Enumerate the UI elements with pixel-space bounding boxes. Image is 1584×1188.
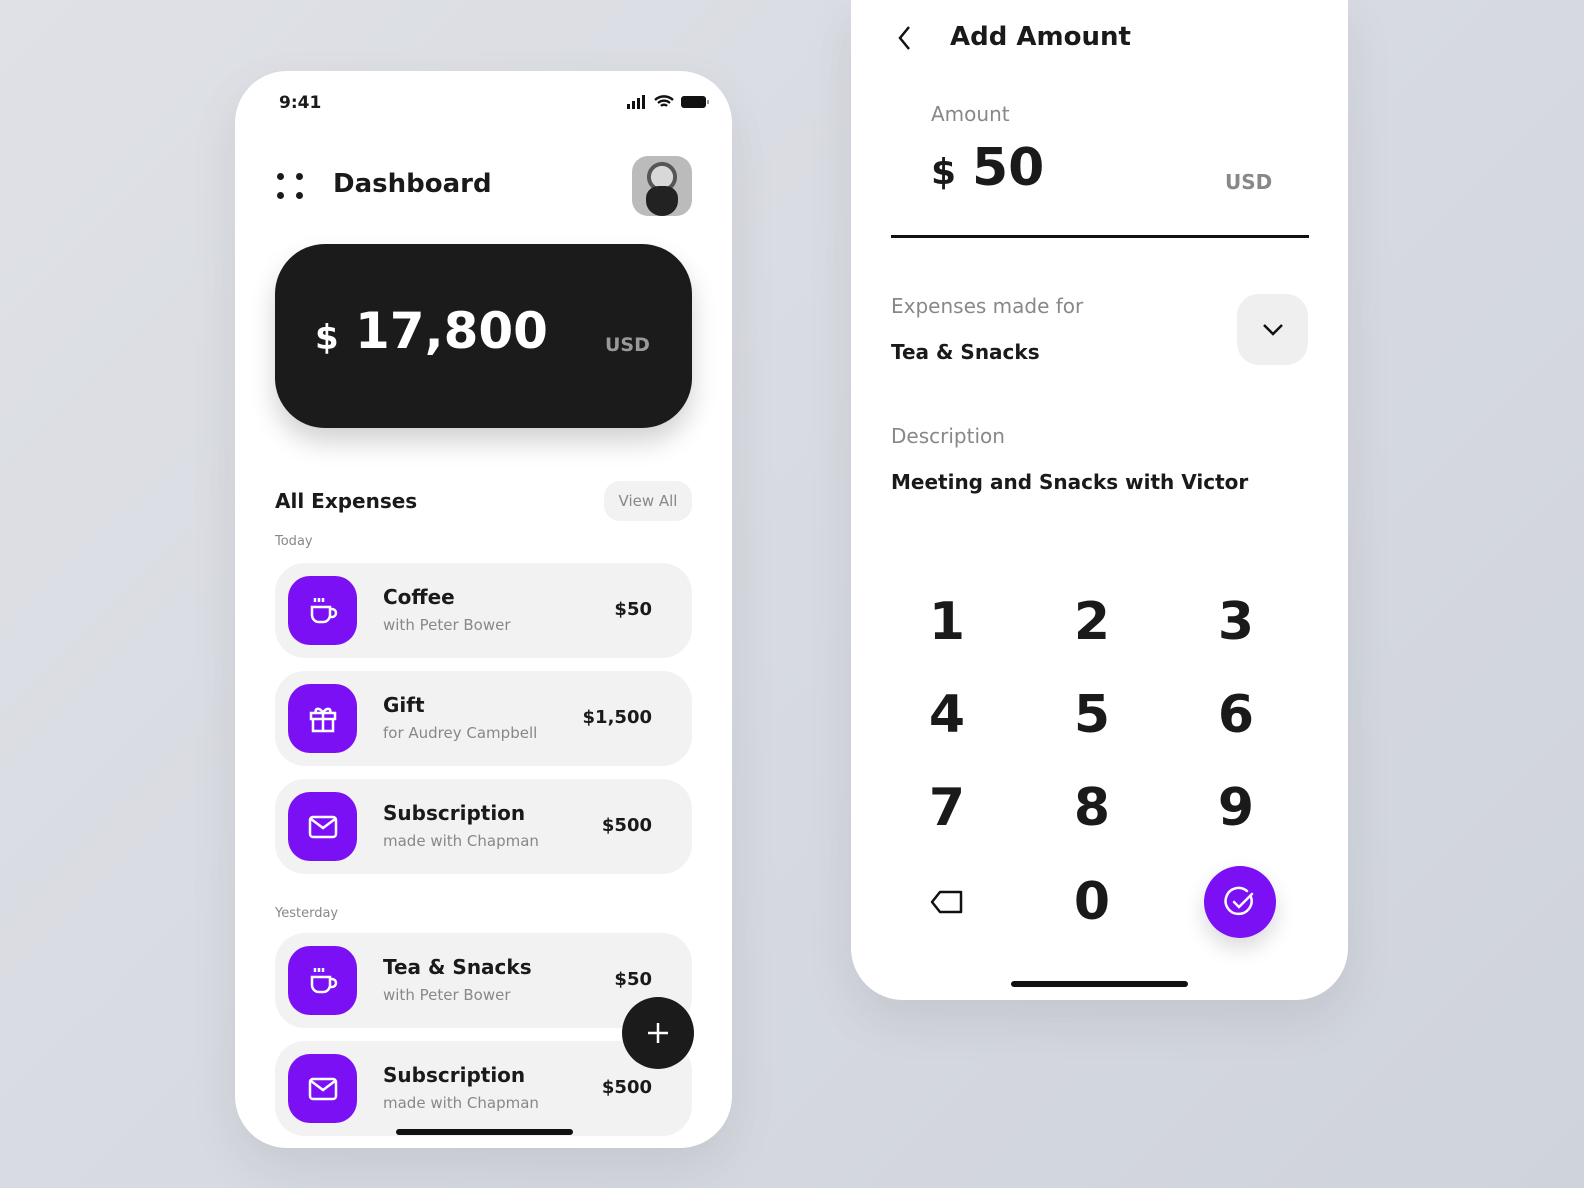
- amount-currency: USD: [1225, 170, 1273, 194]
- amount-input[interactable]: 50: [972, 138, 1044, 198]
- add-amount-screen: Add Amount Amount $ 50 USD Expenses made…: [851, 0, 1348, 1000]
- expense-name: Subscription: [383, 801, 526, 825]
- expense-subtitle: with Peter Bower: [383, 986, 511, 1004]
- check-circle-icon: [1224, 886, 1254, 916]
- expense-amount: $50: [614, 599, 652, 620]
- chevron-left-icon: [898, 26, 910, 50]
- group-label-today: Today: [275, 534, 313, 549]
- key-0[interactable]: 0: [1032, 862, 1152, 942]
- home-indicator: [1011, 981, 1188, 987]
- key-8[interactable]: 8: [1032, 768, 1152, 848]
- expense-item[interactable]: Subscription made with Chapman $500: [275, 779, 692, 874]
- page-title: Dashboard: [333, 169, 492, 199]
- balance-amount: 17,800: [355, 302, 548, 360]
- expense-name: Coffee: [383, 585, 455, 609]
- gift-icon: [288, 684, 357, 753]
- expense-label: Expenses made for: [891, 294, 1084, 318]
- expense-name: Gift: [383, 693, 425, 717]
- expense-amount: $50: [614, 969, 652, 990]
- dashboard-screen: 9:41 Dashboard $ 17,800 USD All Expenses…: [235, 71, 732, 1148]
- key-9[interactable]: 9: [1176, 768, 1296, 848]
- status-time: 9:41: [279, 93, 322, 113]
- expense-subtitle: made with Chapman: [383, 832, 539, 850]
- expense-amount: $500: [601, 815, 652, 836]
- back-button[interactable]: [895, 24, 915, 55]
- key-3[interactable]: 3: [1176, 582, 1296, 662]
- backspace-button[interactable]: [887, 862, 1007, 942]
- amount-underline: [891, 235, 1309, 238]
- balance-currency-symbol: $: [315, 318, 339, 358]
- expense-name: Subscription: [383, 1063, 526, 1087]
- expense-item[interactable]: Coffee with Peter Bower $50: [275, 563, 692, 658]
- amount-label: Amount: [931, 102, 1010, 126]
- coffee-icon: [288, 946, 357, 1015]
- view-all-button[interactable]: View All: [604, 481, 692, 521]
- status-icons: [626, 95, 710, 109]
- expense-amount: $500: [601, 1077, 652, 1098]
- coffee-icon: [288, 576, 357, 645]
- mail-icon: [288, 1054, 357, 1123]
- balance-card: $ 17,800 USD: [275, 244, 692, 428]
- expense-name: Tea & Snacks: [383, 955, 532, 979]
- key-2[interactable]: 2: [1032, 582, 1152, 662]
- expense-item[interactable]: Gift for Audrey Campbell $1,500: [275, 671, 692, 766]
- key-7[interactable]: 7: [887, 768, 1007, 848]
- battery-icon: [681, 96, 709, 108]
- add-expense-button[interactable]: [622, 997, 694, 1069]
- wifi-icon: [654, 95, 674, 107]
- signal-icon: [627, 95, 645, 109]
- chevron-down-icon: [1262, 323, 1283, 336]
- key-6[interactable]: 6: [1176, 675, 1296, 755]
- key-1[interactable]: 1: [887, 582, 1007, 662]
- avatar[interactable]: [632, 156, 692, 216]
- expense-subtitle: made with Chapman: [383, 1094, 539, 1112]
- plus-icon: [648, 1023, 668, 1043]
- confirm-button[interactable]: [1204, 866, 1276, 938]
- backspace-icon: [930, 890, 963, 914]
- key-5[interactable]: 5: [1032, 675, 1152, 755]
- group-label-yesterday: Yesterday: [275, 906, 339, 921]
- balance-currency: USD: [605, 334, 650, 356]
- section-title: All Expenses: [275, 489, 418, 513]
- page-title: Add Amount: [950, 22, 1131, 52]
- menu-button[interactable]: [277, 173, 305, 201]
- description-value[interactable]: Meeting and Snacks with Victor: [891, 470, 1248, 494]
- home-indicator: [396, 1129, 573, 1135]
- description-label: Description: [891, 424, 1005, 448]
- expense-amount: $1,500: [582, 707, 652, 728]
- mail-icon: [288, 792, 357, 861]
- expense-value[interactable]: Tea & Snacks: [891, 340, 1040, 364]
- expense-subtitle: with Peter Bower: [383, 616, 511, 634]
- amount-currency-symbol: $: [931, 152, 957, 193]
- key-4[interactable]: 4: [887, 675, 1007, 755]
- expense-dropdown-button[interactable]: [1237, 294, 1308, 365]
- expense-subtitle: for Audrey Campbell: [383, 724, 538, 742]
